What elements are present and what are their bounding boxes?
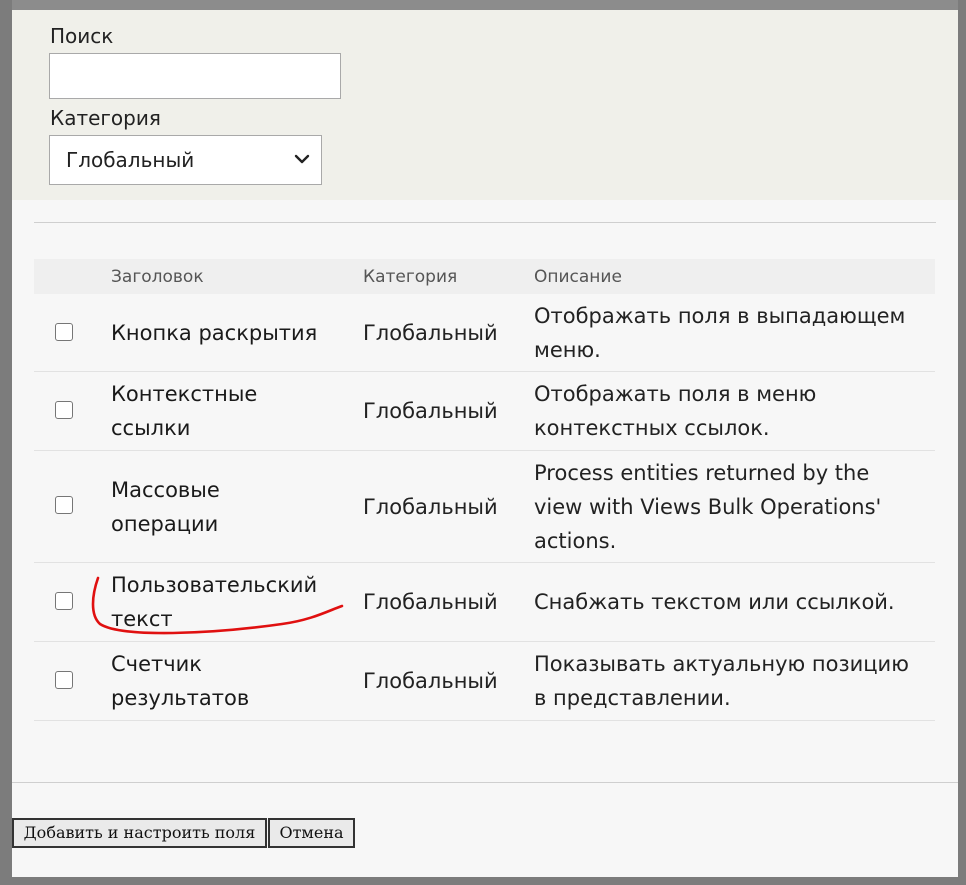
table-row: Кнопка раскрытия Глобальный Отображать п… — [34, 294, 935, 372]
row-title-line: ссылки — [111, 416, 191, 440]
table-row: Пользовательский текст Глобальный Снабжа… — [34, 563, 935, 642]
row-title-line: текст — [111, 607, 173, 631]
row-title-line: операции — [111, 512, 219, 536]
row-description-line: Отображать поля в выпадающем — [534, 304, 906, 328]
row-description: Показывать актуальную позицию в представ… — [534, 647, 929, 715]
table-row: Счетчик результатов Глобальный Показыват… — [34, 642, 935, 721]
category-select[interactable]: Глобальный — [49, 135, 322, 185]
row-description-line: actions. — [534, 529, 617, 553]
row-title: Пользовательский текст — [111, 568, 341, 636]
screen: Поиск Категория Глобальный Заголовок Кат… — [0, 0, 966, 885]
row-description-line: Process entities returned by the — [534, 461, 870, 485]
row-checkbox[interactable] — [55, 592, 73, 610]
category-label: Категория — [50, 106, 161, 130]
footer-divider — [12, 782, 958, 783]
table-row: Массовые операции Глобальный Process ent… — [34, 451, 935, 563]
search-input[interactable] — [49, 53, 341, 99]
header-category: Категория — [363, 267, 458, 287]
row-title: Контекстные ссылки — [111, 377, 341, 445]
row-description: Отображать поля в выпадающем меню. — [534, 299, 929, 367]
table-row: Контекстные ссылки Глобальный Отображать… — [34, 372, 935, 451]
row-checkbox[interactable] — [55, 671, 73, 689]
header-title: Заголовок — [111, 267, 204, 287]
row-title: Массовые операции — [111, 473, 341, 541]
row-category: Глобальный — [363, 399, 498, 423]
background-page-right — [958, 0, 966, 885]
chevron-down-icon — [294, 154, 310, 164]
row-description: Снабжать текстом или ссылкой. — [534, 585, 929, 619]
row-category: Глобальный — [363, 669, 498, 693]
header-description: Описание — [534, 267, 622, 287]
divider — [34, 222, 936, 223]
fields-table: Заголовок Категория Описание Кнопка раск… — [34, 259, 935, 721]
row-title-line: Массовые — [111, 478, 220, 502]
background-page-bottom — [0, 877, 966, 885]
row-description-line: контекстных ссылок. — [534, 416, 770, 440]
row-title-line: Контекстные — [111, 382, 258, 406]
row-description-line: view with Views Bulk Operations' — [534, 495, 882, 519]
row-description-line: меню. — [534, 338, 601, 362]
row-checkbox[interactable] — [55, 496, 73, 514]
add-fields-dialog: Поиск Категория Глобальный Заголовок Кат… — [12, 10, 958, 877]
category-select-value: Глобальный — [66, 148, 195, 172]
row-category: Глобальный — [363, 495, 498, 519]
search-label: Поиск — [50, 24, 114, 48]
row-description-line: Отображать поля в меню — [534, 382, 817, 406]
row-title: Кнопка раскрытия — [111, 316, 341, 350]
background-page-left — [0, 0, 12, 885]
row-category: Глобальный — [363, 590, 498, 614]
row-category: Глобальный — [363, 321, 498, 345]
row-title-line: Счетчик — [111, 652, 202, 676]
cancel-button[interactable]: Отмена — [268, 818, 355, 848]
row-title: Счетчик результатов — [111, 647, 341, 715]
row-title-line: Кнопка раскрытия — [111, 321, 318, 345]
filter-panel: Поиск Категория Глобальный — [12, 10, 958, 200]
row-description: Process entities returned by the view wi… — [534, 456, 929, 558]
add-and-configure-button[interactable]: Добавить и настроить поля — [12, 818, 267, 848]
row-checkbox[interactable] — [55, 401, 73, 419]
row-title-line: Пользовательский — [111, 573, 318, 597]
row-title-line: результатов — [111, 686, 250, 710]
row-description: Отображать поля в меню контекстных ссыло… — [534, 377, 929, 445]
row-description-line: в представлении. — [534, 686, 731, 710]
row-description-line: Снабжать текстом или ссылкой. — [534, 590, 895, 614]
row-description-line: Показывать актуальную позицию — [534, 652, 909, 676]
row-checkbox[interactable] — [55, 323, 73, 341]
table-header: Заголовок Категория Описание — [34, 259, 935, 294]
background-page — [0, 0, 966, 10]
